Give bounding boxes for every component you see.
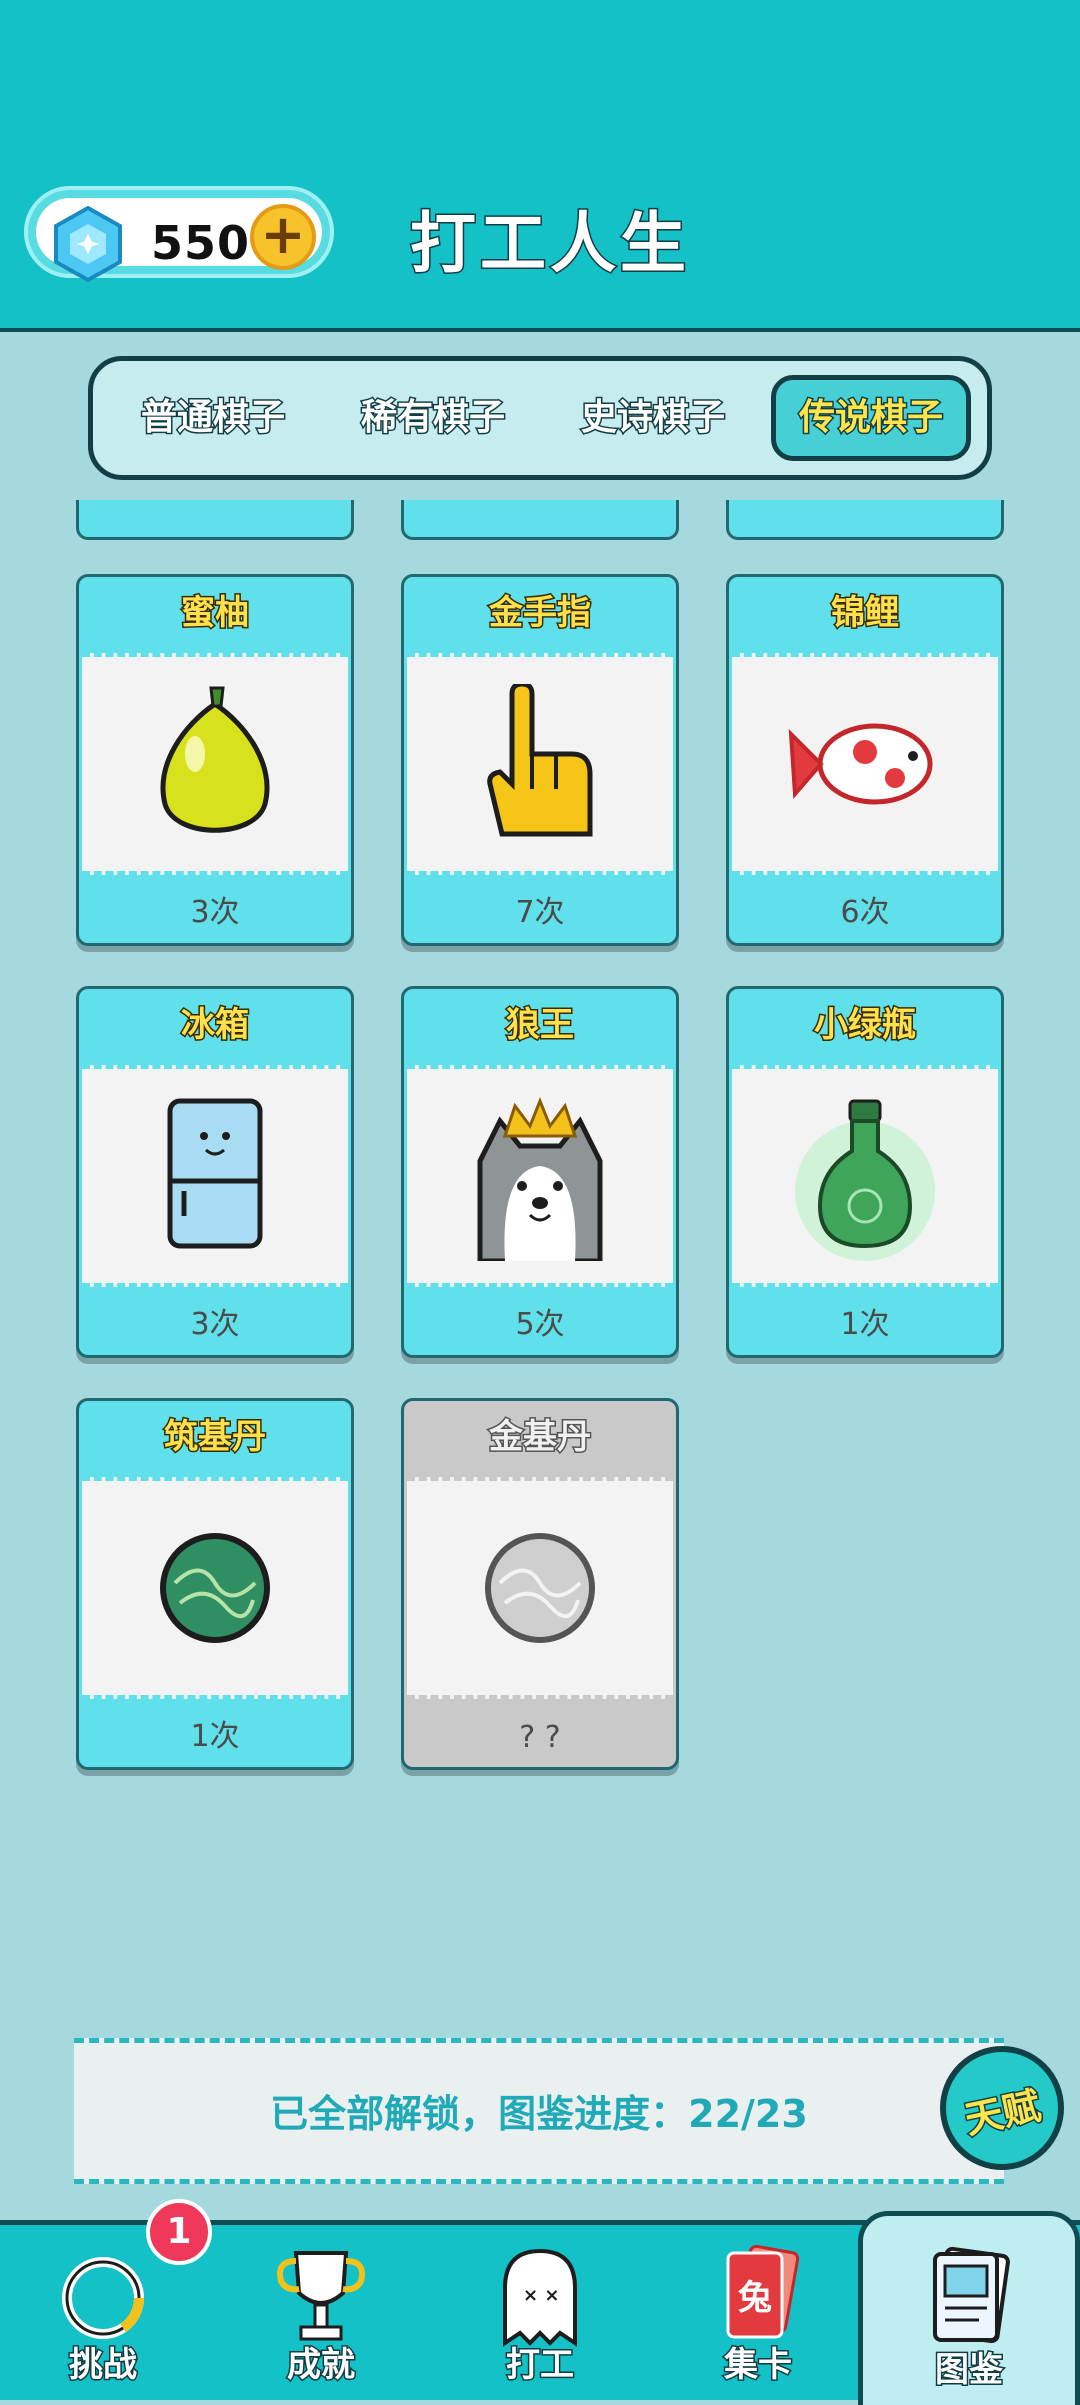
talent-label: 天赋 <box>959 2082 1046 2144</box>
rarity-tabs: 普通棋子 稀有棋子 史诗棋子 传说棋子 <box>88 356 992 480</box>
nav-work[interactable]: × × 打工 <box>455 2225 625 2400</box>
fridge-icon <box>167 1098 263 1249</box>
talent-button[interactable]: 天赋 <box>940 2046 1064 2170</box>
card-foundation-pill[interactable]: 筑基丹 1次 <box>76 1398 354 1770</box>
card-count: ? ? <box>519 1720 561 1755</box>
card-count: 3次 <box>190 1307 240 1342</box>
wolf-king-icon <box>477 1096 603 1261</box>
card-partial <box>401 500 679 540</box>
koi-fish-icon <box>788 723 933 805</box>
nav-achievement[interactable]: 成就 <box>236 2225 406 2400</box>
card-partial <box>726 500 1004 540</box>
pomelo-icon <box>160 686 270 833</box>
nav-label: 成就 <box>286 2344 357 2387</box>
bottom-nav: 1 挑战 成就 × × 打工 兔 集卡 图鉴 <box>0 2199 1080 2405</box>
card-pomelo[interactable]: 蜜柚 3次 <box>76 574 354 946</box>
gem-count: 550 <box>151 216 251 270</box>
top-bar: 550 + 打工人生 <box>0 0 1080 332</box>
challenge-badge: 1 <box>146 2199 212 2265</box>
collection-grid: 蜜柚 3次 金手指 7次 锦鲤 6次 冰箱 3次 狼王 5次 小绿瓶 1次 筑基… <box>0 500 1080 1790</box>
card-name: 冰箱 <box>180 1004 251 1047</box>
challenge-icon <box>62 2257 145 2339</box>
diamond-icon <box>54 206 122 282</box>
green-bottle-icon <box>795 1099 935 1261</box>
tab-legendary[interactable]: 传说棋子 <box>771 375 971 461</box>
card-count: 6次 <box>840 895 890 930</box>
tab-rare[interactable]: 稀有棋子 <box>333 375 533 461</box>
card-name: 蜜柚 <box>180 592 251 635</box>
card-count: 1次 <box>840 1307 890 1342</box>
card-name: 小绿瓶 <box>813 1004 918 1047</box>
collection-progress-panel: 已全部解锁，图鉴进度：22/23 <box>74 2038 1004 2184</box>
card-golden-finger[interactable]: 金手指 7次 <box>401 574 679 946</box>
card-name: 金手指 <box>488 592 593 635</box>
nav-label: 集卡 <box>723 2344 794 2387</box>
card-count: 3次 <box>190 895 240 930</box>
card-name: 筑基丹 <box>163 1416 268 1459</box>
tab-common[interactable]: 普通棋子 <box>113 375 313 461</box>
nav-label: 挑战 <box>68 2344 139 2387</box>
card-count: 7次 <box>515 895 565 930</box>
gem-balance[interactable]: 550 + <box>24 186 334 282</box>
card-golden-pill-locked[interactable]: 金基丹 ? ? <box>401 1398 679 1770</box>
nav-label: 打工 <box>505 2344 576 2387</box>
card-partial <box>76 500 354 540</box>
nav-challenge[interactable]: 1 挑战 <box>18 2199 212 2400</box>
tab-epic[interactable]: 史诗棋子 <box>553 375 753 461</box>
collection-progress-text: 已全部解锁，图鉴进度：22/23 <box>270 2092 808 2136</box>
card-fridge[interactable]: 冰箱 3次 <box>76 986 354 1358</box>
card-green-bottle[interactable]: 小绿瓶 1次 <box>726 986 1004 1358</box>
svg-text:× ×: × × <box>523 2285 559 2306</box>
card-glyph: 兔 <box>738 2278 772 2318</box>
foundation-pill-icon <box>160 1533 270 1643</box>
nav-card-collection[interactable]: 兔 集卡 <box>673 2225 843 2400</box>
card-name: 锦鲤 <box>830 592 901 635</box>
card-name: 金基丹 <box>488 1416 593 1459</box>
card-count: 1次 <box>190 1719 240 1754</box>
golden-pill-icon <box>485 1533 595 1643</box>
add-gems-button[interactable]: + <box>250 204 316 270</box>
golden-finger-icon <box>487 684 593 837</box>
book-icon <box>933 2246 1010 2344</box>
nav-label: 图鉴 <box>934 2349 1005 2392</box>
card-count: 5次 <box>515 1307 565 1342</box>
card-wolf-king[interactable]: 狼王 5次 <box>401 986 679 1358</box>
nav-encyclopedia[interactable]: 图鉴 <box>858 2211 1080 2405</box>
card-koi[interactable]: 锦鲤 6次 <box>726 574 1004 946</box>
card-name: 狼王 <box>505 1004 576 1047</box>
page-title: 打工人生 <box>409 204 690 284</box>
